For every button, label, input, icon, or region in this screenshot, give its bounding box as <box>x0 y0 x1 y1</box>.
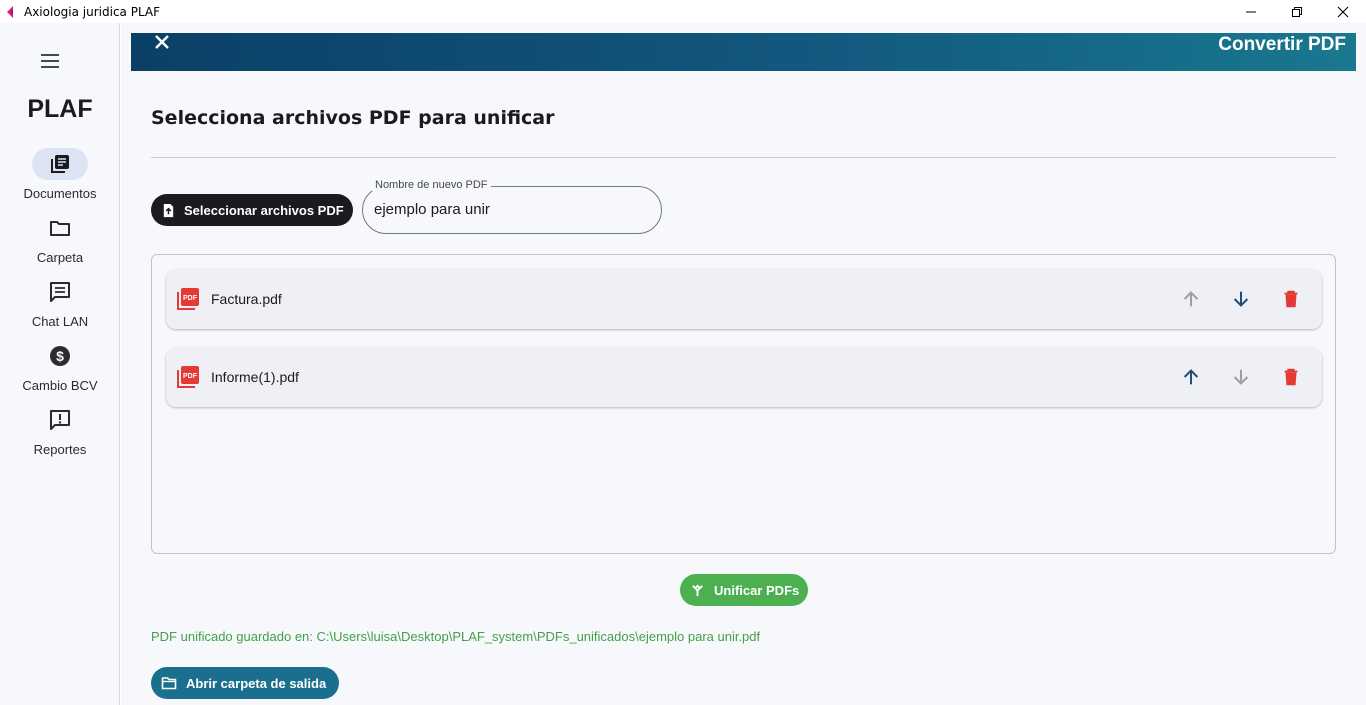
merge-pdfs-button[interactable]: Unificar PDFs <box>680 574 808 606</box>
pdf-file-list: PDF Factura.pdf PDF Informe(1).pdf <box>151 254 1336 554</box>
folder-open-icon <box>161 677 177 690</box>
documents-icon <box>51 155 69 173</box>
new-pdf-name-label: Nombre de nuevo PDF <box>372 179 491 191</box>
move-up-button[interactable] <box>1179 365 1203 389</box>
file-list-item: PDF Factura.pdf <box>166 269 1322 329</box>
delete-button[interactable] <box>1279 287 1303 311</box>
header-close-button[interactable] <box>151 33 173 51</box>
nav-item-documentos[interactable]: Documentos <box>0 148 120 208</box>
minimize-button[interactable] <box>1228 0 1274 23</box>
menu-button[interactable] <box>38 49 62 73</box>
navigation-rail: PLAF Documentos Carpeta Chat LAN $ Cambi… <box>0 23 120 705</box>
nav-item-carpeta[interactable]: Carpeta <box>0 212 120 272</box>
divider <box>151 157 1336 158</box>
nav-item-cambio-bcv[interactable]: $ Cambio BCV <box>0 340 120 400</box>
section-title: Selecciona archivos PDF para unificar <box>151 107 555 129</box>
close-icon <box>1337 6 1349 17</box>
svg-text:$: $ <box>56 348 64 364</box>
svg-text:PDF: PDF <box>183 373 198 380</box>
nav-label-documentos: Documentos <box>23 186 97 201</box>
nav-label-cambio-bcv: Cambio BCV <box>22 378 98 393</box>
move-down-button[interactable] <box>1229 287 1253 311</box>
close-icon <box>155 35 169 49</box>
file-name: Factura.pdf <box>211 291 282 307</box>
move-up-button[interactable] <box>1179 287 1203 311</box>
restore-button[interactable] <box>1274 0 1320 23</box>
hamburger-menu-icon <box>41 54 59 68</box>
nav-label-carpeta: Carpeta <box>36 250 84 265</box>
arrow-up-icon <box>1183 291 1199 307</box>
report-icon <box>50 410 70 430</box>
nav-indicator: $ <box>32 340 88 372</box>
brand-title: PLAF <box>27 95 93 123</box>
restore-icon <box>1292 6 1302 17</box>
delete-button[interactable] <box>1279 365 1303 389</box>
pdf-file-icon: PDF <box>177 288 199 310</box>
nav-item-reportes[interactable]: Reportes <box>0 404 120 464</box>
window-close-button[interactable] <box>1320 0 1366 23</box>
file-upload-icon <box>163 203 174 217</box>
page-header: Convertir PDF <box>131 33 1356 71</box>
minimize-icon <box>1246 11 1256 12</box>
nav-label-chat-lan: Chat LAN <box>31 314 89 329</box>
file-list-item: PDF Informe(1).pdf <box>166 347 1322 407</box>
merge-icon <box>692 583 703 596</box>
svg-text:PDF: PDF <box>183 295 198 302</box>
window-controls <box>1228 0 1366 23</box>
window-title: Axiologia juridica PLAF <box>24 4 161 19</box>
app-logo-icon <box>4 5 18 19</box>
select-pdf-label: Seleccionar archivos PDF <box>184 202 344 218</box>
arrow-down-icon <box>1233 291 1249 307</box>
pdf-file-icon: PDF <box>177 366 199 388</box>
select-pdf-button[interactable]: Seleccionar archivos PDF <box>151 194 353 226</box>
folder-icon <box>50 221 70 236</box>
arrow-up-icon <box>1183 369 1199 385</box>
nav-indicator <box>32 276 88 308</box>
merge-pdfs-label: Unificar PDFs <box>714 582 800 598</box>
nav-label-reportes: Reportes <box>33 442 87 457</box>
dollar-icon: $ <box>50 346 70 366</box>
arrow-down-icon <box>1233 369 1249 385</box>
file-name: Informe(1).pdf <box>211 369 299 385</box>
chat-icon <box>50 282 70 302</box>
new-pdf-name-input[interactable] <box>374 201 644 218</box>
open-output-folder-label: Abrir carpeta de salida <box>186 675 327 691</box>
trash-icon <box>1284 368 1298 386</box>
new-pdf-name-field[interactable]: Nombre de nuevo PDF <box>362 179 662 234</box>
move-down-button[interactable] <box>1229 365 1253 389</box>
status-message: PDF unificado guardado en: C:\Users\luis… <box>151 629 761 644</box>
page-title: Convertir PDF <box>1218 34 1346 55</box>
open-output-folder-button[interactable]: Abrir carpeta de salida <box>151 667 339 699</box>
nav-indicator <box>32 212 88 244</box>
trash-icon <box>1284 290 1298 308</box>
window-titlebar: Axiologia juridica PLAF <box>0 0 1366 23</box>
nav-indicator <box>32 148 88 180</box>
nav-item-chat-lan[interactable]: Chat LAN <box>0 276 120 336</box>
main-content: Convertir PDF Selecciona archivos PDF pa… <box>121 23 1366 705</box>
nav-indicator <box>32 404 88 436</box>
